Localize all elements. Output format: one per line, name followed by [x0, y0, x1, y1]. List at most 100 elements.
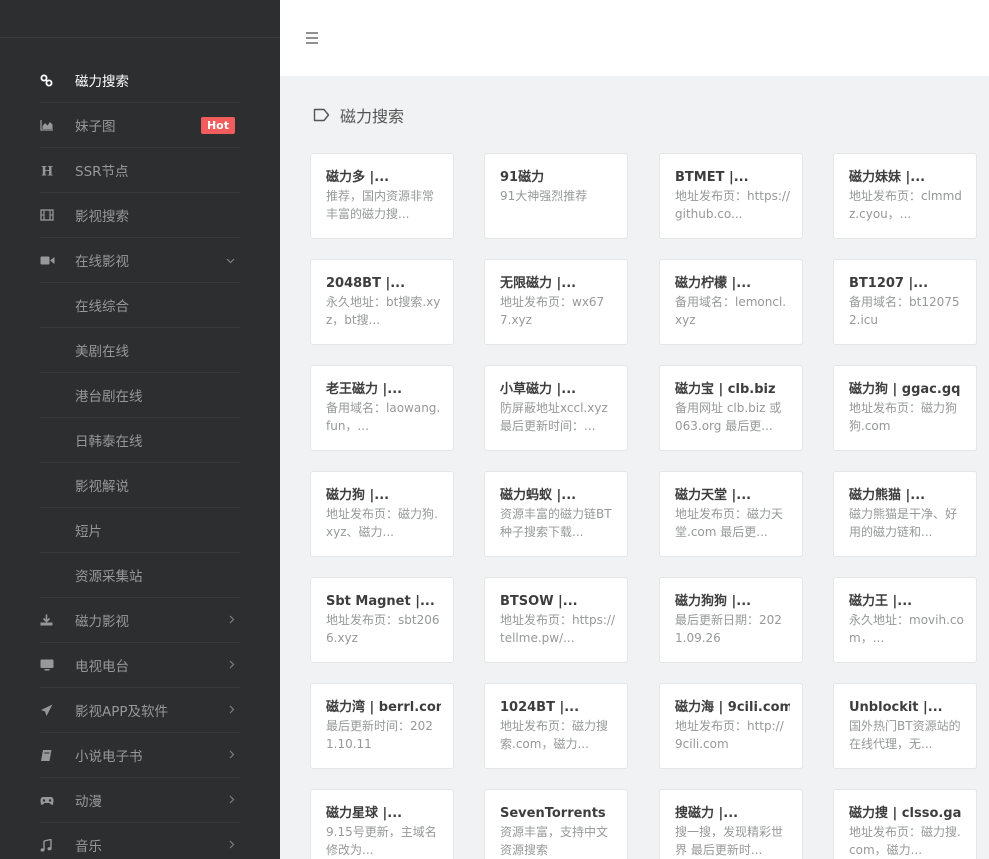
- site-card[interactable]: Sbt Magnet |... 地址发布页：sbt2066.xyz: [310, 577, 454, 663]
- sidebar-item[interactable]: 妹子图 Hot: [40, 103, 240, 148]
- site-card[interactable]: 老王磁力 |... 备用域名：laowang.fun，...: [310, 365, 454, 451]
- site-card-description: 备用网址 clb.biz 或 063.org 最后更...: [675, 401, 782, 433]
- site-card[interactable]: 磁力熊猫 |... 磁力熊猫是干净、好用的磁力链和...: [833, 471, 977, 557]
- sidebar-subitem[interactable]: 港台剧在线: [40, 373, 240, 418]
- sidebar-item-label: 动漫: [75, 794, 102, 810]
- site-card[interactable]: 磁力宝 | clb.biz 备用网址 clb.biz 或 063.org 最后更.…: [659, 365, 803, 451]
- sidebar-item[interactable]: 音乐: [40, 823, 240, 859]
- site-card-description: 搜一搜，发现精彩世界 最后更新时...: [675, 825, 784, 857]
- sidebar-item[interactable]: 小说电子书: [40, 733, 240, 778]
- site-card-description: 资源丰富，支持中文资源搜索: [500, 825, 609, 857]
- site-card-description: 地址发布页：磁力狗.xyz、磁力...: [326, 507, 438, 539]
- site-card-description: 9.15号更新，主域名修改为...: [326, 825, 437, 857]
- monitor-icon: [40, 659, 75, 671]
- site-card-description: 备用域名：lemoncl.xyz: [675, 295, 787, 327]
- music-icon: [40, 838, 75, 852]
- site-card[interactable]: BT1207 |... 备用域名：bt120752.icu: [833, 259, 977, 345]
- site-card-title: SevenTorrents: [500, 806, 606, 821]
- site-card-description: 永久地址：movih.com，...: [849, 613, 964, 645]
- site-card-title: 无限磁力 |...: [500, 276, 577, 291]
- site-card-description: 地址发布页：https://tellme.pw/...: [500, 613, 615, 645]
- site-card[interactable]: 小草磁力 |... 防屏蔽地址xccl.xyz 最后更新时间：...: [484, 365, 628, 451]
- site-card-title: 小草磁力 |...: [500, 382, 577, 397]
- area-chart-icon: [40, 119, 75, 131]
- film-icon: [40, 209, 75, 221]
- hamburger-icon[interactable]: [306, 32, 318, 44]
- site-card[interactable]: 磁力妹妹 |... 地址发布页：clmmdz.cyou，...: [833, 153, 977, 239]
- site-card-title: 2048BT |...: [326, 276, 406, 291]
- site-card[interactable]: 磁力多 |... 推荐，国内资源非常丰富的磁力搜...: [310, 153, 454, 239]
- site-card-description: 磁力熊猫是干净、好用的磁力链和...: [849, 507, 958, 539]
- site-card-title: BTMET |...: [675, 170, 749, 185]
- sidebar-subitem[interactable]: 日韩泰在线: [40, 418, 240, 463]
- site-card-description: 资源丰富的磁力链BT种子搜索下载...: [500, 507, 612, 539]
- svg-text:H: H: [41, 164, 53, 177]
- sidebar-item[interactable]: 影视搜索: [40, 193, 240, 238]
- site-card-title: 磁力狗狗 |...: [675, 594, 752, 609]
- site-card[interactable]: 磁力王 |... 永久地址：movih.com，...: [833, 577, 977, 663]
- sidebar-subitem[interactable]: 资源采集站: [40, 553, 240, 598]
- site-card-description: 地址发布页：磁力搜索.com，磁力...: [500, 719, 609, 751]
- site-card-title: 磁力湾 | berrl.com: [326, 700, 441, 715]
- sidebar-subitem[interactable]: 短片: [40, 508, 240, 553]
- site-card-title: 磁力狗 | ggac.gq: [849, 382, 961, 397]
- site-card[interactable]: 磁力柠檬 |... 备用域名：lemoncl.xyz: [659, 259, 803, 345]
- sidebar-item[interactable]: 影视APP及软件: [40, 688, 240, 733]
- site-card-description: 91大神强烈推荐: [500, 189, 588, 203]
- site-card[interactable]: 磁力湾 | berrl.com 最后更新时间：2021.10.11: [310, 683, 454, 769]
- chevron-right-icon: [229, 794, 235, 807]
- site-card[interactable]: 磁力狗狗 |... 最后更新日期：2021.09.26: [659, 577, 803, 663]
- site-card[interactable]: 2048BT |... 永久地址：bt搜索.xyz，bt搜...: [310, 259, 454, 345]
- chevron-right-icon: [229, 659, 235, 672]
- site-card-title: 搜磁力 |...: [675, 806, 739, 821]
- site-card[interactable]: 磁力搜 | clsso.ga 地址发布页：磁力搜.com，磁力...: [833, 789, 977, 859]
- site-card-description: 永久地址：bt搜索.xyz，bt搜...: [326, 295, 441, 327]
- chevron-right-icon: [229, 614, 235, 627]
- sidebar-item[interactable]: 在线影视: [40, 238, 240, 283]
- sidebar-item[interactable]: 动漫: [40, 778, 240, 823]
- site-card[interactable]: 磁力海 | 9cili.com 地址发布页：http://9cili.com: [659, 683, 803, 769]
- site-card[interactable]: SevenTorrents 资源丰富，支持中文资源搜索: [484, 789, 628, 859]
- site-card[interactable]: Unblockit |... 国外热门BT资源站的在线代理，无...: [833, 683, 977, 769]
- rocket-icon: [40, 704, 75, 717]
- site-card[interactable]: 搜磁力 |... 搜一搜，发现精彩世界 最后更新时...: [659, 789, 803, 859]
- site-card[interactable]: 1024BT |... 地址发布页：磁力搜索.com，磁力...: [484, 683, 628, 769]
- site-card-title: Unblockit |...: [849, 700, 943, 715]
- section-heading: 磁力搜索: [313, 103, 404, 127]
- sidebar-item-label: 影视APP及软件: [75, 704, 169, 720]
- site-card-title: 老王磁力 |...: [326, 382, 403, 397]
- site-card-title: Sbt Magnet |...: [326, 594, 435, 609]
- site-card[interactable]: 无限磁力 |... 地址发布页：wx677.xyz: [484, 259, 628, 345]
- site-card-title: BT1207 |...: [849, 276, 929, 291]
- site-card[interactable]: 磁力星球 |... 9.15号更新，主域名修改为...: [310, 789, 454, 859]
- site-card[interactable]: 磁力狗 |... 地址发布页：磁力狗.xyz、磁力...: [310, 471, 454, 557]
- hot-badge: Hot: [200, 117, 235, 134]
- sidebar-subitem[interactable]: 美剧在线: [40, 328, 240, 373]
- sidebar-item-label: 影视解说: [75, 479, 129, 495]
- site-card[interactable]: 磁力天堂 |... 地址发布页：磁力天堂.com 最后更...: [659, 471, 803, 557]
- sidebar-item[interactable]: 磁力搜索: [40, 58, 240, 103]
- video-camera-icon: [40, 255, 75, 266]
- sidebar-item-label: 在线影视: [75, 254, 129, 270]
- site-card[interactable]: 91磁力 91大神强烈推荐: [484, 153, 628, 239]
- sidebar-item[interactable]: H SSR节点: [40, 148, 240, 193]
- sidebar-item-label: 美剧在线: [75, 344, 129, 360]
- site-card-title: 磁力星球 |...: [326, 806, 403, 821]
- site-card-description: 备用域名：laowang.fun，...: [326, 401, 441, 433]
- sidebar-item[interactable]: 电视电台: [40, 643, 240, 688]
- site-card-description: 最后更新时间：2021.10.11: [326, 719, 433, 751]
- site-card[interactable]: 磁力蚂蚁 |... 资源丰富的磁力链BT种子搜索下载...: [484, 471, 628, 557]
- site-card[interactable]: 磁力狗 | ggac.gq 地址发布页：磁力狗狗.com: [833, 365, 977, 451]
- site-card[interactable]: BTMET |... 地址发布页：https://github.co...: [659, 153, 803, 239]
- book-icon: [40, 749, 75, 762]
- sidebar-item-label: 音乐: [75, 839, 102, 855]
- site-card-title: 磁力狗 |...: [326, 488, 390, 503]
- sidebar-item[interactable]: 磁力影视: [40, 598, 240, 643]
- site-card[interactable]: BTSOW |... 地址发布页：https://tellme.pw/...: [484, 577, 628, 663]
- site-card-title: 磁力蚂蚁 |...: [500, 488, 577, 503]
- sidebar-subitem[interactable]: 影视解说: [40, 463, 240, 508]
- sidebar-nav: 磁力搜索 妹子图 Hot H SSR节点 影视搜索在线影视在线综合美剧在线港台剧在线 日韩泰…: [40, 58, 240, 859]
- sidebar-item-label: 资源采集站: [75, 569, 143, 585]
- sidebar-subitem[interactable]: 在线综合: [40, 283, 240, 328]
- site-card-description: 地址发布页：https://github.co...: [675, 189, 790, 221]
